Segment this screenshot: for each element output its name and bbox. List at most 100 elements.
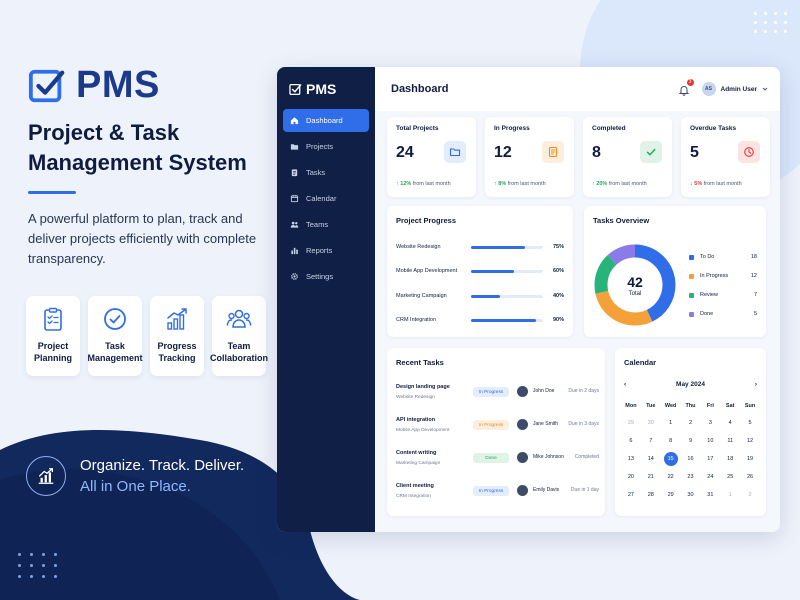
calendar-day[interactable]: 8: [661, 434, 681, 448]
progress-bar: [471, 294, 544, 298]
section-title: Recent Tasks: [396, 358, 444, 367]
calendar-day[interactable]: 16: [681, 452, 701, 466]
team-icon: [226, 309, 252, 328]
calendar-day[interactable]: 2: [740, 488, 760, 502]
recent-tasks-card: Recent Tasks Design landing page Website…: [387, 348, 605, 516]
due-text: Due in 2 days: [568, 388, 599, 394]
calendar-day[interactable]: 24: [700, 470, 720, 484]
clipboard-checklist-icon: [44, 307, 62, 331]
calendar-day[interactable]: 1: [720, 488, 740, 502]
bell-icon: [678, 86, 689, 96]
due-text: Completed: [574, 454, 599, 460]
sidebar-item-label: Tasks: [306, 168, 326, 177]
delta-percent: 5%: [694, 181, 703, 187]
calendar-day[interactable]: 11: [720, 434, 740, 448]
sidebar-item-teams[interactable]: Teams: [283, 213, 369, 236]
calendar-day[interactable]: 4: [720, 416, 740, 430]
delta-percent: 20%: [596, 181, 608, 187]
calendar-day[interactable]: 31: [700, 488, 720, 502]
chevron-right-icon[interactable]: ›: [755, 381, 757, 388]
progress-row[interactable]: Marketing Campaign 40%: [396, 291, 564, 301]
section-title: Calendar: [624, 358, 657, 367]
calendar-day[interactable]: 10: [700, 434, 720, 448]
clock-icon: [738, 141, 760, 163]
calendar-day[interactable]: 17: [700, 452, 720, 466]
legend-swatch: [689, 254, 694, 260]
table-row[interactable]: API integration Mobile App Development I…: [396, 417, 599, 441]
calendar-day[interactable]: 12: [740, 434, 760, 448]
sidebar-item-dashboard[interactable]: Dashboard: [283, 109, 369, 132]
legend-value: 12: [750, 273, 757, 279]
feature-project-planning: Project Planning: [26, 296, 80, 376]
calendar-day[interactable]: 6: [621, 434, 641, 448]
table-row[interactable]: Design landing page Website Redesign In …: [396, 384, 599, 408]
slogan-line-1: Organize. Track. Deliver.: [80, 457, 245, 474]
feature-label: Progress: [157, 341, 197, 351]
calendar-day[interactable]: 3: [700, 416, 720, 430]
calendar-day[interactable]: 22: [661, 470, 681, 484]
calendar-day[interactable]: 27: [621, 488, 641, 502]
progress-value: 60%: [552, 268, 564, 274]
up-arrow-icon: ↑: [494, 181, 497, 187]
sidebar-item-projects[interactable]: Projects: [283, 135, 369, 158]
calendar-day[interactable]: 19: [740, 452, 760, 466]
sidebar-item-label: Projects: [306, 142, 334, 151]
status-badge: In Progress: [473, 420, 509, 430]
sidebar-item-tasks[interactable]: Tasks: [283, 161, 369, 184]
chevron-down-icon: [762, 87, 768, 91]
up-arrow-icon: ↑: [592, 181, 595, 187]
calendar-day[interactable]: 13: [621, 452, 641, 466]
calendar-day[interactable]: 29: [621, 416, 641, 430]
calendar-day[interactable]: 23: [681, 470, 701, 484]
avatar: AS: [701, 82, 716, 96]
calendar-day[interactable]: 7: [641, 434, 661, 448]
feature-list: Project Planning Task Management Progress T…: [26, 296, 268, 376]
stat-delta: ↑ 8% from last month: [494, 181, 546, 187]
calendar-day[interactable]: 5: [740, 416, 760, 430]
progress-row[interactable]: CRM Integration 90%: [396, 315, 564, 325]
calendar-day[interactable]: 25: [720, 470, 740, 484]
stat-card-completed[interactable]: Completed 8 ↑ 20% from last month: [583, 117, 672, 197]
calendar-day[interactable]: 28: [641, 488, 661, 502]
assignee-name: Mike Johnson: [533, 454, 564, 460]
calendar-day[interactable]: 21: [641, 470, 661, 484]
table-row[interactable]: Client meeting CRM Integration In Progre…: [396, 483, 599, 507]
user-menu[interactable]: AS Admin User: [701, 82, 768, 96]
table-row[interactable]: Content writing Marketing Campaign Done …: [396, 450, 599, 474]
stat-card-in-progress[interactable]: In Progress 12 ↑ 8% from last month: [485, 117, 574, 197]
stat-label: In Progress: [494, 125, 530, 132]
weekday-label: Sun: [744, 403, 756, 409]
stat-card-overdue-tasks[interactable]: Overdue Tasks 5 ↓ 5% from last month: [681, 117, 770, 197]
stat-card-total-projects[interactable]: Total Projects 24 ↑ 12% from last month: [387, 117, 476, 197]
calendar-day[interactable]: 29: [661, 488, 681, 502]
task-name: Design landing page: [396, 384, 450, 390]
calendar-day[interactable]: 30: [681, 488, 701, 502]
calendar-day[interactable]: 14: [641, 452, 661, 466]
notifications-button[interactable]: 3: [678, 79, 694, 96]
calendar-day[interactable]: 1: [661, 416, 681, 430]
calendar-day[interactable]: 18: [720, 452, 740, 466]
legend-value: 5: [753, 311, 757, 317]
calendar-day-today[interactable]: 15: [661, 452, 681, 466]
sidebar-item-reports[interactable]: Reports: [283, 239, 369, 262]
sidebar-item-calendar[interactable]: Calendar: [283, 187, 369, 210]
chevron-left-icon[interactable]: ‹: [624, 381, 626, 388]
main-content: Dashboard 3 AS Admin User Total Projects…: [375, 67, 780, 532]
status-badge: In Progress: [473, 486, 509, 496]
notification-badge: 3: [686, 79, 694, 86]
top-bar: Dashboard 3 AS Admin User: [375, 67, 780, 111]
calendar-day[interactable]: 20: [621, 470, 641, 484]
legend-label: To Do: [700, 254, 715, 260]
calendar-day[interactable]: 30: [641, 416, 661, 430]
calendar-day[interactable]: 9: [681, 434, 701, 448]
legend-value: 18: [750, 254, 757, 260]
progress-row[interactable]: Mobile App Development 60%: [396, 266, 564, 276]
calendar-day[interactable]: 26: [740, 470, 760, 484]
calendar-header: ‹ May 2024 ›: [624, 381, 757, 388]
calendar-day[interactable]: 2: [681, 416, 701, 430]
sidebar-item-label: Reports: [306, 246, 333, 255]
progress-row[interactable]: Website Redesign 75%: [396, 242, 564, 252]
delta-text: from last month: [412, 181, 451, 187]
avatar: [517, 485, 528, 496]
sidebar-item-settings[interactable]: Settings: [283, 265, 369, 288]
